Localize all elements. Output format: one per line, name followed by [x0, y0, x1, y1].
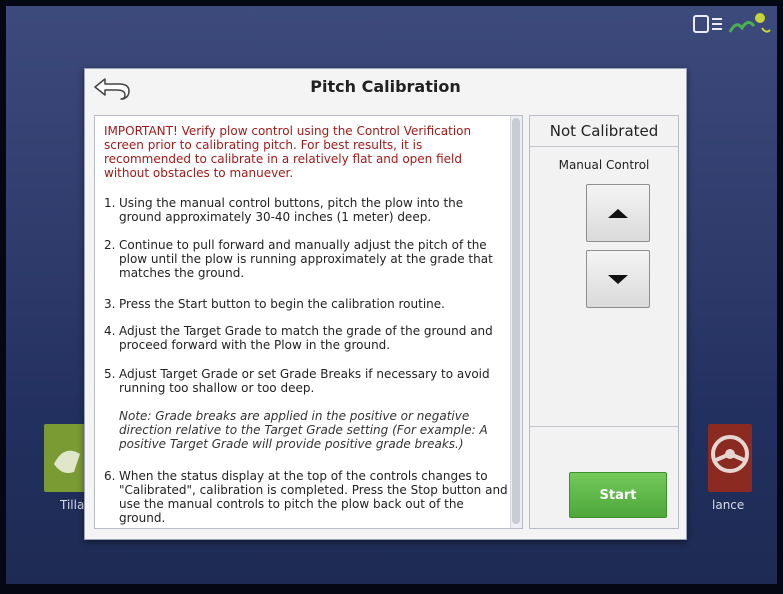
calibration-status: Not Calibrated — [530, 116, 678, 147]
step-number: 2. — [104, 238, 116, 252]
screen-border — [777, 0, 783, 594]
plow-icon — [54, 450, 80, 473]
panel-divider — [530, 426, 678, 427]
controls-panel: Not Calibrated Manual Control Start — [529, 115, 679, 529]
gps-signal-icon — [728, 13, 771, 33]
dialog-title: Pitch Calibration — [310, 77, 461, 96]
instructions-scroll-area[interactable]: IMPORTANT! Verify plow control using the… — [95, 116, 507, 528]
dialog-header: Pitch Calibration — [85, 69, 686, 107]
screen-border — [0, 0, 6, 594]
grade-breaks-note: Note: Grade breaks are applied in the po… — [119, 409, 488, 451]
guidance-app-label: lance — [712, 498, 745, 512]
scrollbar-thumb[interactable] — [512, 118, 520, 524]
step-number: 5. — [104, 367, 116, 381]
display-icon — [693, 15, 722, 33]
step-text: Press the Start button to begin the cali… — [119, 297, 445, 311]
step-text: Adjust the Target Grade to match the gra… — [119, 324, 493, 352]
tillage-app-tile[interactable] — [44, 424, 86, 492]
step-number: 1. — [104, 196, 116, 210]
step-number: 6. — [104, 469, 116, 483]
step-number: 4. — [104, 324, 116, 338]
tillage-app-label: Tilla — [60, 498, 85, 512]
pitch-up-button[interactable] — [586, 184, 650, 242]
screen-border — [0, 0, 783, 6]
steering-wheel-icon — [711, 435, 749, 473]
pitch-calibration-dialog: Pitch Calibration IMPORTANT! Verify plow… — [84, 68, 687, 540]
step-text: Adjust Target Grade or set Grade Breaks … — [119, 367, 490, 395]
pitch-down-button[interactable] — [586, 250, 650, 308]
start-button[interactable]: Start — [569, 472, 667, 518]
screen-border — [0, 584, 783, 594]
step-number: 3. — [104, 297, 116, 311]
guidance-app-tile[interactable] — [708, 424, 752, 492]
up-triangle-icon — [608, 209, 628, 218]
status-icons — [692, 8, 772, 44]
step-text: When the status display at the top of th… — [119, 469, 507, 525]
step-text: Using the manual control buttons, pitch … — [119, 196, 464, 224]
important-warning: IMPORTANT! Verify plow control using the… — [104, 124, 472, 180]
manual-control-label: Manual Control — [558, 158, 650, 172]
down-triangle-icon — [608, 275, 628, 284]
instructions-panel: IMPORTANT! Verify plow control using the… — [94, 115, 523, 529]
step-text: Continue to pull forward and manually ad… — [119, 238, 493, 280]
